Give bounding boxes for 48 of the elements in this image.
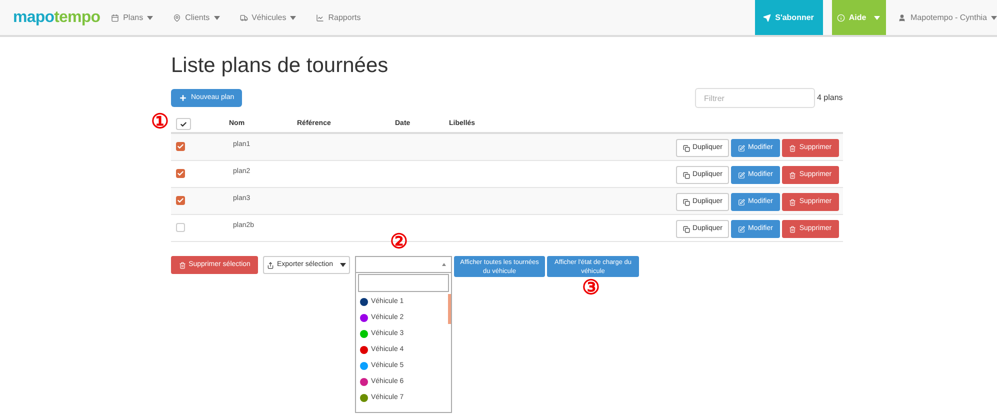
annotation-number: ② (390, 232, 408, 252)
checkbox[interactable] (176, 223, 185, 232)
nav-menu[interactable]: Plans (111, 12, 154, 24)
checkbox[interactable] (176, 169, 185, 178)
checkbox[interactable] (176, 196, 185, 205)
plus-icon (179, 94, 187, 102)
copy-icon (682, 226, 690, 232)
trash-icon (178, 262, 186, 268)
export-icon (266, 262, 274, 268)
nav-menu[interactable]: Véhicules (240, 12, 296, 24)
edit-icon (738, 198, 746, 206)
search-field[interactable] (358, 274, 449, 292)
copy-icon (682, 144, 690, 152)
annotation-number: ① (151, 112, 169, 132)
nav-menu[interactable]: Rapports (316, 12, 361, 24)
caret-icon (991, 16, 997, 20)
plan-count: 4 plans (817, 92, 843, 104)
truck-icon (240, 14, 248, 22)
trash-icon (789, 198, 796, 206)
logo[interactable]: mapotempo (13, 10, 100, 26)
pin-icon (173, 14, 182, 22)
vehicle-select[interactable] (355, 256, 452, 273)
trash-icon (789, 144, 796, 152)
copy-icon (682, 172, 690, 178)
info-icon (836, 14, 845, 22)
edit-icon (738, 144, 746, 152)
subscribe-button[interactable]: S'abonner (754, 0, 823, 35)
caret-icon (442, 263, 446, 266)
scrollbar-thumb (448, 294, 451, 324)
check-icon (180, 120, 187, 128)
page-title: Liste plans de tournées (171, 53, 390, 79)
filter-field[interactable]: Filtrer (695, 88, 815, 108)
nav-menu[interactable]: Clients (173, 12, 220, 24)
edit-icon (738, 226, 746, 232)
trash-icon (789, 226, 796, 232)
annotation-number: ③ (582, 278, 600, 298)
chart-icon (316, 14, 324, 22)
copy-icon (682, 198, 690, 206)
select-all-checkbox[interactable] (176, 118, 191, 130)
checkbox[interactable] (176, 142, 185, 151)
user-icon (898, 14, 906, 22)
edit-icon (738, 172, 746, 178)
send-icon (763, 14, 772, 22)
user-menu[interactable]: Mapotempo - Cynthia (898, 12, 997, 24)
trash-icon (789, 172, 796, 178)
caret-icon (874, 16, 880, 20)
caret-icon (340, 263, 346, 267)
calendar-icon (111, 14, 120, 22)
